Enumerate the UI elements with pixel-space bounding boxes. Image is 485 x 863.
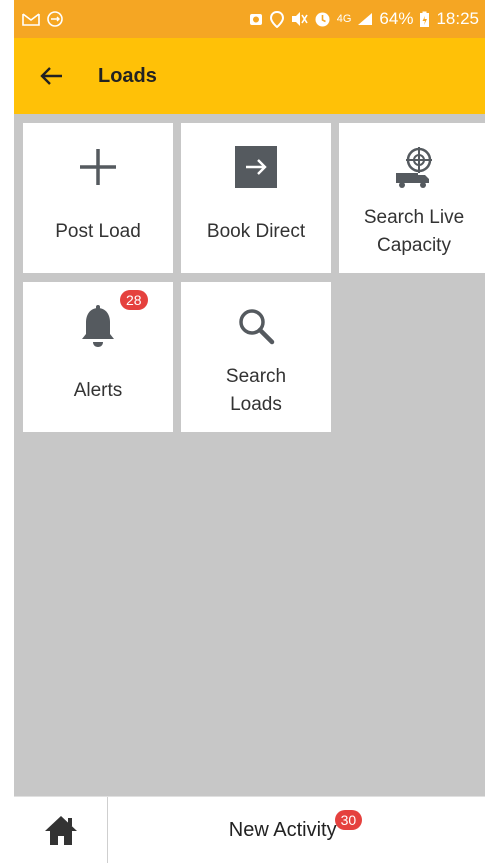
bell-icon	[82, 305, 114, 347]
back-button[interactable]	[22, 38, 82, 114]
tile-icon-wrap	[235, 131, 277, 203]
tile-icon-wrap	[78, 131, 118, 203]
sync-icon	[47, 11, 63, 27]
signal-icon	[358, 13, 373, 25]
tile-label: Search Live Capacity	[358, 203, 470, 261]
new-activity-label: New Activity	[228, 818, 337, 841]
tile-label-text: Alerts	[73, 380, 123, 401]
new-activity-button[interactable]: New Activity 30	[108, 810, 485, 842]
tile-search-live-capacity[interactable]: Search Live Capacity	[339, 123, 485, 273]
tiles-grid: Post Load Book Direct Search Live Capaci…	[14, 114, 485, 796]
page-title: Loads	[98, 64, 157, 87]
app-bar: Loads	[14, 38, 485, 114]
status-bar: 4G 64% 18:25	[14, 0, 485, 38]
location-icon	[269, 10, 284, 28]
arrow-left-icon	[40, 67, 62, 85]
tile-label: Book Direct	[201, 203, 311, 261]
status-left	[22, 10, 64, 28]
tile-label-text: Search Loads	[225, 366, 287, 415]
tile-label-text: Book Direct	[206, 221, 306, 242]
tile-label: Post Load	[49, 203, 147, 261]
network-type: 4G	[336, 13, 352, 25]
plus-icon	[80, 149, 116, 185]
status-right: 4G 64% 18:25	[248, 9, 479, 29]
bottom-bar: New Activity 30	[14, 796, 485, 863]
tile-icon-wrap	[236, 290, 276, 362]
tile-label-text: Post Load	[55, 221, 141, 242]
tile-icon-wrap: 28	[80, 290, 148, 362]
tile-label: Alerts	[68, 362, 129, 420]
search-icon	[239, 309, 275, 345]
tile-alerts[interactable]: 28 Alerts	[23, 282, 173, 432]
clock-icon	[315, 12, 330, 26]
home-icon	[44, 816, 77, 845]
clock-time: 18:25	[436, 9, 479, 28]
battery-percent: 64%	[379, 9, 414, 28]
tile-icon-wrap	[392, 131, 436, 203]
alarm-icon	[249, 14, 262, 25]
tile-search-loads[interactable]: Search Loads	[181, 282, 331, 432]
truck-target-icon	[396, 147, 432, 188]
home-button[interactable]	[14, 796, 108, 863]
arrow-right-box-icon	[235, 146, 277, 188]
screen: 4G 64% 18:25 Loads Post Load Book Direct	[0, 0, 485, 863]
gmail-icon	[22, 13, 40, 26]
mute-icon	[291, 12, 308, 26]
tile-book-direct[interactable]: Book Direct	[181, 123, 331, 273]
alerts-badge: 28	[120, 290, 148, 310]
tile-label-text: Search Live Capacity	[363, 207, 465, 256]
activity-badge: 30	[334, 810, 363, 830]
battery-icon	[420, 11, 430, 27]
tile-label: Search Loads	[220, 362, 292, 420]
tile-post-load[interactable]: Post Load	[23, 123, 173, 273]
